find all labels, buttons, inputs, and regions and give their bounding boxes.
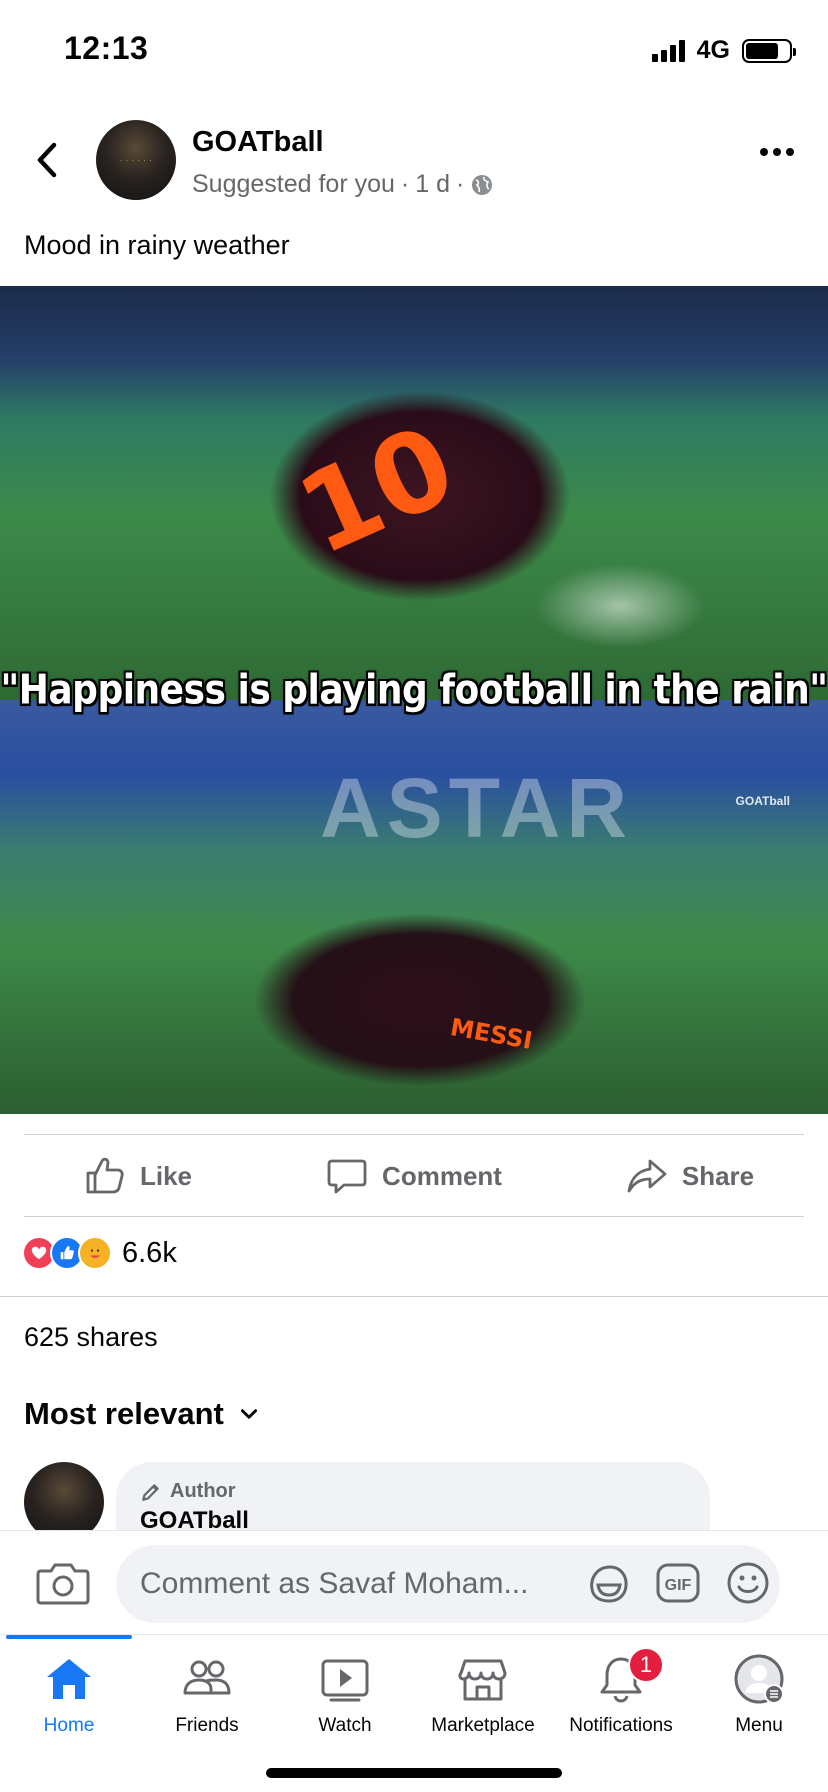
- status-indicators: 4G: [651, 36, 796, 65]
- comment-button[interactable]: Comment: [276, 1136, 552, 1216]
- thumbs-up-icon: [86, 1157, 124, 1194]
- camera-icon: [36, 1563, 90, 1605]
- active-tab-indicator: [6, 1635, 132, 1639]
- tab-label: Watch: [318, 1715, 372, 1736]
- like-label: Like: [139, 1160, 193, 1191]
- post-actions: Like Comment Share: [0, 1136, 828, 1216]
- tab-friends[interactable]: Friends: [138, 1653, 276, 1737]
- share-arrow-icon: [627, 1159, 667, 1193]
- like-button[interactable]: Like: [0, 1136, 276, 1216]
- image-top-half: 10: [0, 286, 828, 700]
- image-caption: "Happiness is playing football in the ra…: [0, 666, 828, 715]
- status-time: 12:13: [64, 30, 149, 66]
- post-header: · · · · · · GOATball Suggested for you ·…: [0, 118, 828, 202]
- tab-label: Menu: [735, 1715, 783, 1736]
- tab-notifications[interactable]: 1 Notifications: [552, 1647, 690, 1737]
- globe-icon: [472, 174, 493, 195]
- divider: [24, 1216, 804, 1217]
- post-meta: Suggested for you · 1 d ·: [192, 170, 494, 199]
- home-icon: [47, 1659, 91, 1699]
- page-avatar[interactable]: · · · · · ·: [96, 120, 176, 200]
- post-time[interactable]: 1 d: [415, 170, 450, 199]
- author-badge-label: Author: [170, 1480, 236, 1502]
- home-indicator: [266, 1768, 562, 1778]
- comment-label: Comment: [382, 1160, 502, 1191]
- jersey-number: 10: [280, 400, 473, 580]
- tab-home[interactable]: Home: [0, 1653, 138, 1737]
- signal-icon: [651, 39, 685, 62]
- network-type: 4G: [696, 36, 730, 64]
- tab-menu[interactable]: Menu: [690, 1653, 828, 1737]
- camera-button[interactable]: [36, 1557, 90, 1607]
- back-button[interactable]: [30, 140, 64, 180]
- tab-label: Home: [43, 1715, 95, 1736]
- chevron-left-icon: [37, 142, 57, 178]
- divider: [24, 1134, 804, 1135]
- divider: [0, 1296, 828, 1297]
- post-author-name[interactable]: GOATball: [192, 126, 324, 159]
- comment-composer: Comment as Savaf Moham... GIF: [0, 1530, 828, 1634]
- meta-separator: ·: [456, 170, 465, 198]
- notification-badge: 1: [628, 1647, 664, 1683]
- sort-label: Most relevant: [24, 1396, 224, 1431]
- share-button[interactable]: Share: [552, 1136, 828, 1216]
- watch-icon: [321, 1659, 369, 1702]
- stadium-banner-text: ASTAR: [320, 761, 634, 855]
- marketplace-icon: [458, 1659, 507, 1701]
- post-image[interactable]: 10 ASTAR MESSI "Happiness is playing foo…: [0, 286, 828, 1114]
- tab-watch[interactable]: Watch: [276, 1653, 414, 1737]
- battery-icon: [742, 38, 796, 63]
- author-badge: Author: [140, 1480, 686, 1503]
- bottom-tab-bar: Home Friends Watch Marketplace 1 Notific…: [0, 1634, 828, 1792]
- suggested-label: Suggested for you: [192, 170, 395, 198]
- post-text: Mood in rainy weather: [24, 230, 290, 260]
- comment-bubble-icon: [327, 1159, 367, 1194]
- emoji-icon[interactable]: [724, 1559, 772, 1607]
- share-label: Share: [681, 1160, 755, 1191]
- profile-menu-icon: [734, 1654, 784, 1704]
- pencil-icon: [142, 1483, 159, 1501]
- reaction-count: 6.6k: [122, 1236, 177, 1269]
- care-reaction-icon: [78, 1236, 112, 1270]
- share-count[interactable]: 625 shares: [24, 1322, 158, 1353]
- reactions-summary[interactable]: 6.6k: [22, 1236, 177, 1270]
- svg-text:GIF: GIF: [665, 1577, 692, 1594]
- battery-fill: [746, 42, 778, 59]
- friends-icon: [183, 1660, 231, 1695]
- tab-label: Friends: [175, 1715, 239, 1736]
- tab-label: Marketplace: [431, 1715, 535, 1736]
- avatar-sticker-icon[interactable]: [584, 1559, 632, 1607]
- comment-sort-dropdown[interactable]: Most relevant: [24, 1396, 260, 1432]
- more-options-button[interactable]: [760, 148, 794, 156]
- composer-icons: GIF: [584, 1559, 772, 1607]
- meta-separator: ·: [400, 170, 410, 198]
- jersey-name: MESSI: [448, 1013, 535, 1055]
- image-watermark: GOATball: [735, 794, 790, 808]
- gif-icon[interactable]: GIF: [654, 1559, 702, 1607]
- status-bar: 12:13 4G: [0, 0, 828, 100]
- tab-label: Notifications: [569, 1715, 673, 1736]
- tab-marketplace[interactable]: Marketplace: [414, 1653, 552, 1737]
- image-bottom-half: ASTAR MESSI: [0, 700, 828, 1114]
- chevron-down-icon: [240, 1409, 257, 1419]
